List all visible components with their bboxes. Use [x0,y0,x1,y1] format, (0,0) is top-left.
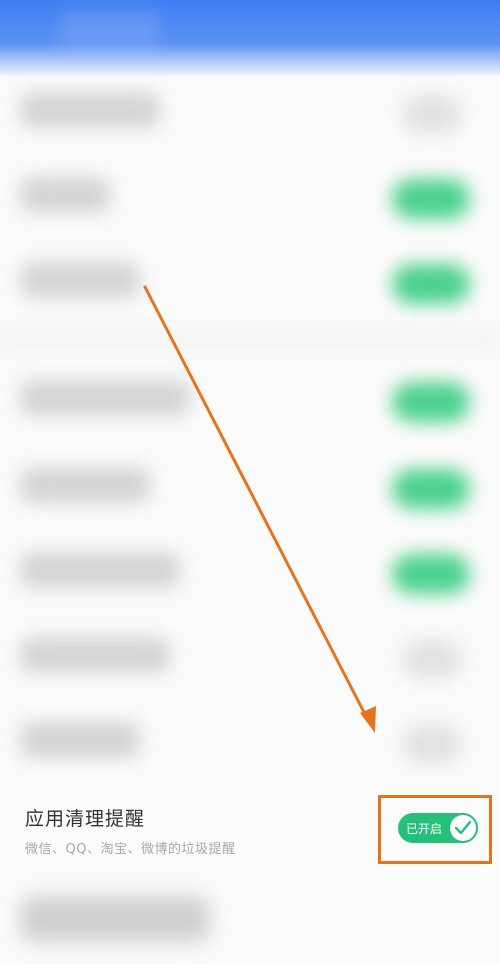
arrow-down-right-icon [143,285,376,733]
